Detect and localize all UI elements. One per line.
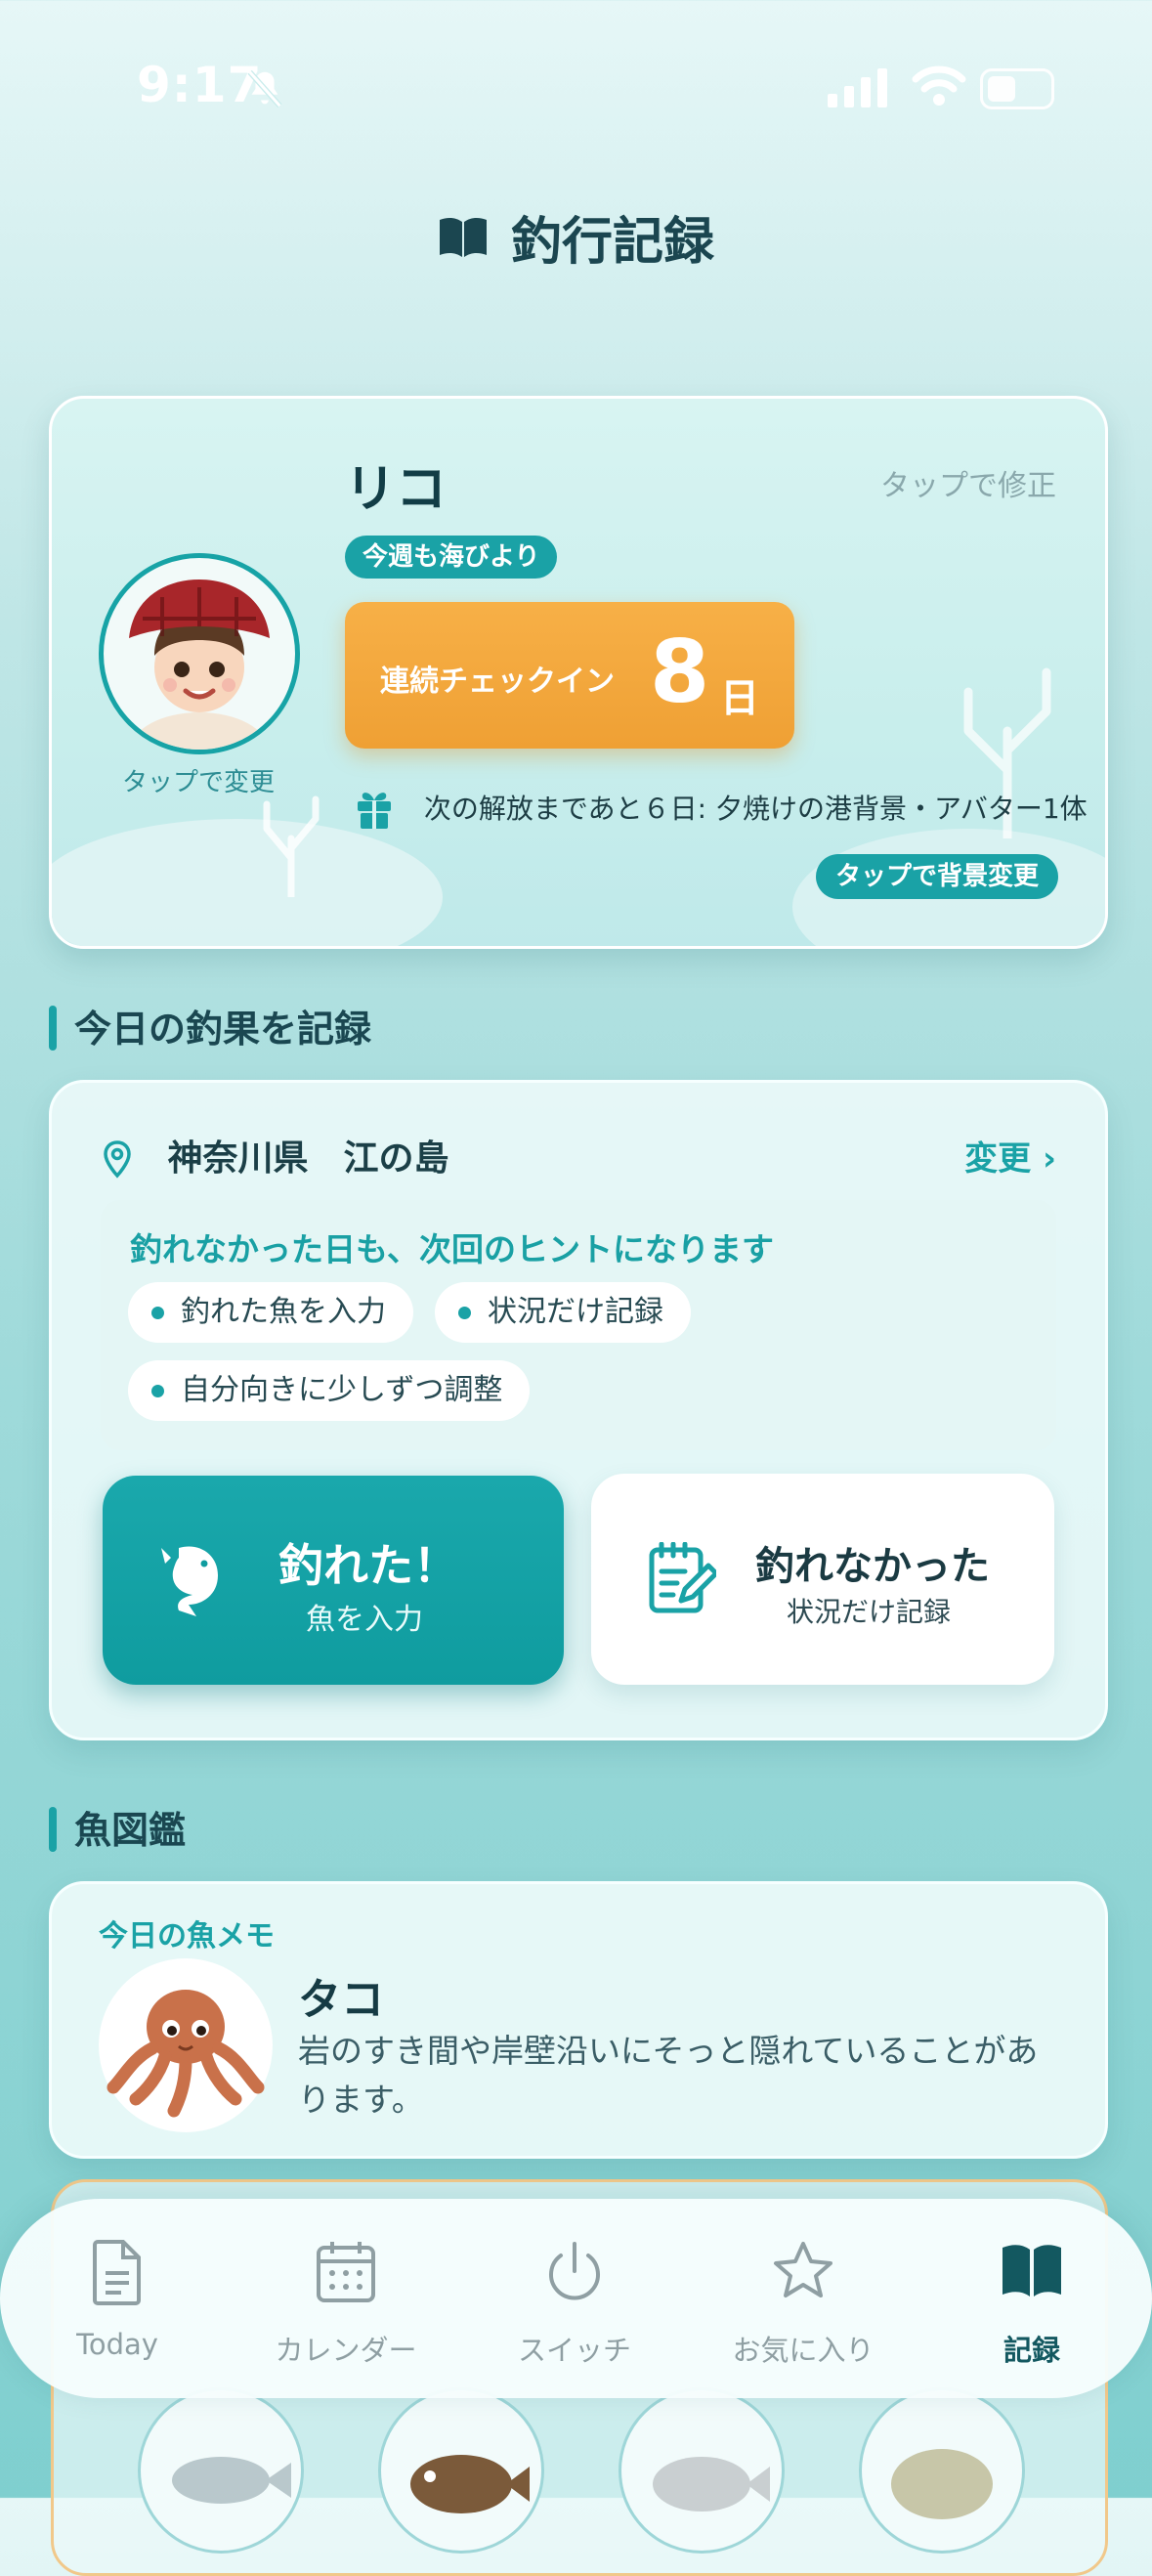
tab-label: Today [76, 2328, 158, 2361]
hint-box: 釣れなかった日も、次回のヒントになります 釣れた魚を入力 状況だけ記録 自分向き… [101, 1200, 1056, 1450]
week-badge: 今週も海びより [345, 536, 558, 579]
coral-decoration [263, 795, 320, 897]
edit-name-hint[interactable]: タップで修正 [880, 461, 1056, 504]
fish-icon [172, 2457, 291, 2504]
octopus-image [99, 1958, 273, 2132]
tab-records[interactable]: 記録 [934, 2238, 1130, 2369]
book-icon [1003, 2245, 1061, 2297]
section-heading-record: 今日の釣果を記録 [49, 999, 371, 1054]
rockfish-icon [410, 2455, 530, 2513]
fish-thumbnail[interactable] [378, 2387, 544, 2554]
page-title: 釣行記録 [511, 213, 715, 272]
next-unlock-info: 次の解放まであと６日: 夕焼けの港背景・アバター1体 [355, 786, 1088, 829]
streak-counter: 連続チェックイン 8 日 [345, 602, 794, 749]
star-icon [774, 2242, 832, 2297]
profile-card[interactable]: タップで変更 リコ タップで修正 今週も海びより 連続チェックイン 8 日 次の… [49, 396, 1108, 949]
avatar-girl-icon [129, 580, 270, 750]
hint-chip: 釣れた魚を入力 [128, 1282, 413, 1343]
location-row: 神奈川県 江の島 [103, 1130, 449, 1181]
octopus-icon [107, 1990, 265, 2118]
hint-heading: 釣れなかった日も、次回のヒントになります [130, 1230, 775, 1268]
caught-fish-button[interactable]: 釣れた！ 魚を入力 [103, 1476, 564, 1685]
tab-favorites[interactable]: お気に入り [705, 2238, 901, 2369]
hint-chip: 状況だけ記録 [435, 1282, 691, 1343]
tab-label: お気に入り [732, 2334, 875, 2367]
tab-today[interactable]: Today [20, 2238, 215, 2361]
calendar-icon [317, 2242, 375, 2302]
fish-thumbnail[interactable] [138, 2387, 304, 2554]
no-catch-button[interactable]: 釣れなかった 状況だけ記録 [591, 1474, 1054, 1685]
streak-label: 連続チェックイン [380, 665, 615, 699]
hint-chip: 自分向きに少しずつ調整 [128, 1360, 531, 1421]
caught-subtitle: 魚を入力 [306, 1603, 423, 1637]
notepad-edit-icon [649, 1542, 716, 1613]
profile-name: リコ [345, 460, 448, 519]
section-heading-zukan: 魚図鑑 [49, 1800, 186, 1856]
streak-days: 8 [650, 622, 710, 722]
flatfish-icon [891, 2449, 993, 2519]
document-icon [93, 2240, 141, 2305]
unlock-text: 次の解放まであと６日: 夕焼けの港背景・アバター1体 [423, 793, 1088, 825]
streak-unit: 日 [720, 676, 759, 721]
fish-thumbnail[interactable] [619, 2387, 785, 2554]
avatar[interactable] [99, 553, 300, 754]
no-catch-subtitle: 状況だけ記録 [787, 1596, 952, 1628]
tab-label: 記録 [1003, 2334, 1060, 2367]
fish-description: 岩のすき間や岸壁沿いにそっと隠れていることがあります。 [298, 2032, 1039, 2119]
bell-muted-icon [247, 69, 282, 108]
fish-icon [653, 2457, 770, 2512]
fish-thumbnail[interactable] [859, 2387, 1025, 2554]
status-bar: 9:17 [0, 49, 1152, 127]
wifi-icon [912, 65, 966, 106]
jumping-fish-icon [161, 1546, 218, 1616]
battery-icon [980, 68, 1054, 109]
tab-label: カレンダー [275, 2334, 417, 2367]
location-pin-icon [104, 1140, 131, 1179]
tab-calendar[interactable]: カレンダー [248, 2238, 444, 2369]
avatar-change-hint[interactable]: タップで変更 [122, 762, 275, 798]
page-header: 釣行記録 [0, 200, 1152, 274]
background-rock-decoration [52, 819, 443, 946]
cellular-signal-icon [828, 68, 887, 107]
book-icon [439, 217, 487, 257]
no-catch-title: 釣れなかった [755, 1544, 990, 1589]
tab-switch[interactable]: スイッチ [477, 2238, 672, 2369]
tab-bar: Today カレンダー スイッチ お気に入り 記録 [0, 2199, 1152, 2398]
fish-memo-card[interactable]: 今日の魚メモ タコ 岩のすき間や岸壁沿いにそっと隠れていることがあります。 [49, 1881, 1108, 2159]
caught-title: 釣れた！ [278, 1539, 458, 1592]
fish-memo-label: 今日の魚メモ [99, 1919, 275, 1953]
location-text: 神奈川県 江の島 [167, 1138, 449, 1179]
gift-icon [358, 793, 391, 829]
change-location-button[interactable]: 変更 › [964, 1132, 1056, 1180]
record-card: 神奈川県 江の島 変更 › 釣れなかった日も、次回のヒントになります 釣れた魚を… [49, 1080, 1108, 1740]
fish-name: タコ [298, 1975, 384, 2025]
tab-label: スイッチ [517, 2334, 631, 2367]
power-icon [549, 2242, 600, 2300]
change-background-button[interactable]: タップで背景変更 [815, 854, 1058, 899]
